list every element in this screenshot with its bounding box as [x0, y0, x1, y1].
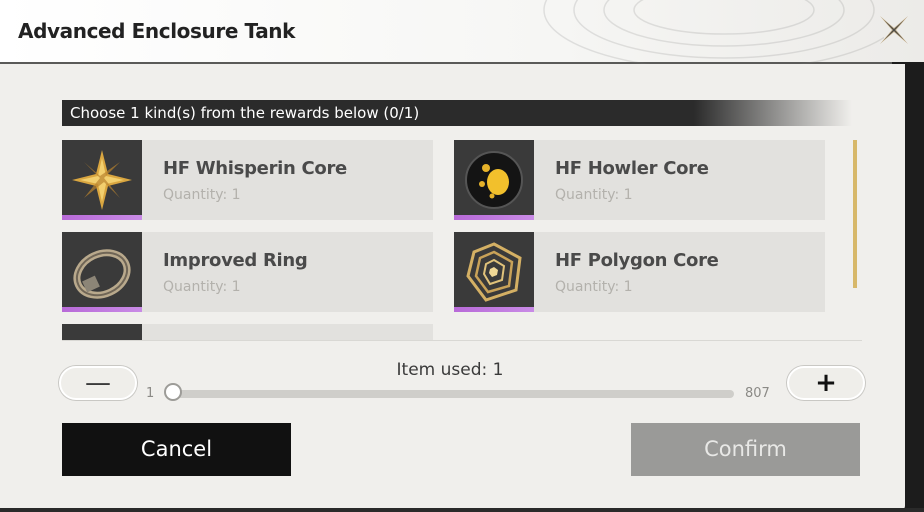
reward-thumbnail [62, 232, 142, 312]
reward-card-hf-whisperin-core[interactable]: HF Whisperin Core Quantity: 1 [62, 140, 433, 220]
reward-card-hf-howler-core[interactable]: HF Howler Core Quantity: 1 [454, 140, 825, 220]
dialog-header: Advanced Enclosure Tank [0, 0, 924, 71]
slider-min-label: 1 [146, 386, 155, 401]
reward-quantity: Quantity: 1 [163, 279, 241, 295]
item-used-label: Item used: 1 [396, 360, 504, 380]
reward-card-improved-ring[interactable]: Improved Ring Quantity: 1 [62, 232, 433, 312]
reward-name: HF Whisperin Core [163, 158, 347, 179]
reward-thumbnail [62, 140, 142, 220]
ring-icon [73, 249, 131, 299]
reward-thumbnail [62, 324, 142, 340]
reward-card-partial[interactable] [62, 324, 433, 340]
reward-thumbnail [454, 232, 534, 312]
reward-name: HF Polygon Core [555, 250, 719, 271]
confirm-button[interactable]: Confirm [631, 423, 860, 476]
reward-quantity: Quantity: 1 [163, 187, 241, 203]
background-edge-bottom [0, 508, 924, 512]
star-core-icon [72, 150, 132, 210]
slider-max-label: 807 [745, 386, 770, 401]
reward-thumbnail [454, 140, 534, 220]
reward-quantity: Quantity: 1 [555, 279, 633, 295]
quantity-slider[interactable] [172, 390, 734, 398]
reward-list-scrollbar[interactable] [853, 140, 857, 288]
polygon-core-icon [466, 242, 522, 302]
close-icon [880, 16, 908, 44]
reward-quantity: Quantity: 1 [555, 187, 633, 203]
quantity-slider-handle[interactable] [164, 383, 182, 401]
reward-prompt: Choose 1 kind(s) from the rewards below … [62, 100, 852, 126]
dialog-title: Advanced Enclosure Tank [18, 19, 296, 43]
cancel-button[interactable]: Cancel [62, 423, 291, 476]
orb-core-icon [465, 151, 523, 209]
reward-name: HF Howler Core [555, 158, 709, 179]
reward-card-hf-polygon-core[interactable]: HF Polygon Core Quantity: 1 [454, 232, 825, 312]
divider [62, 340, 862, 341]
reward-name: Improved Ring [163, 250, 308, 271]
reward-list[interactable]: HF Whisperin Core Quantity: 1 HF Howler … [62, 140, 842, 340]
close-button[interactable] [874, 10, 914, 50]
